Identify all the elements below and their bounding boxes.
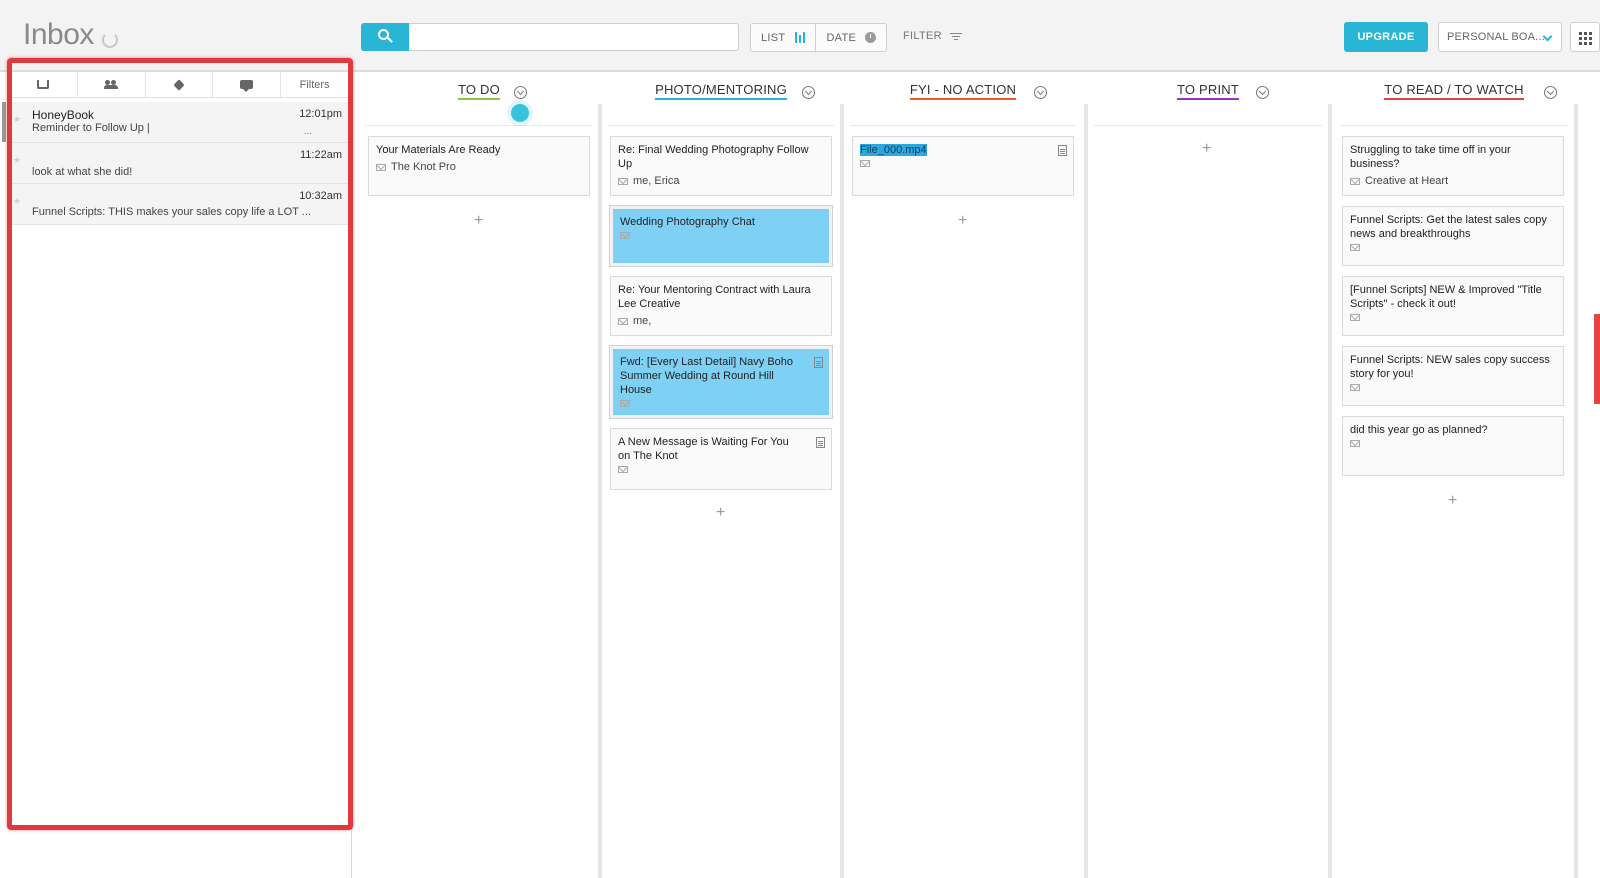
email-card[interactable]: Fwd: [Every Last Detail] Navy Boho Summe… — [609, 345, 833, 419]
refresh-icon[interactable] — [102, 32, 118, 48]
email-list-item[interactable]: ★ 11:22am look at what she did! — [10, 143, 348, 184]
tab-people[interactable] — [78, 72, 146, 97]
email-list-item[interactable]: ★ HoneyBook 12:01pm Reminder to Follow U… — [2, 102, 348, 143]
upgrade-button[interactable]: UPGRADE — [1344, 22, 1428, 52]
inbox-title: Inbox — [23, 18, 94, 51]
filter-icon — [949, 32, 962, 40]
view-toggle-group: LIST DATE — [750, 23, 888, 52]
attachment-icon — [816, 437, 825, 448]
email-more: ... — [303, 126, 312, 137]
email-time: 10:32am — [299, 190, 342, 202]
clock-icon — [865, 32, 877, 43]
envelope-icon — [620, 232, 630, 239]
filter-button[interactable]: FILTER — [903, 30, 962, 42]
column-to-read-to-watch: TO READ / TO WATCH Struggling to take ti… — [1334, 72, 1574, 878]
envelope-icon — [620, 400, 630, 407]
board-columns-icon — [795, 32, 806, 43]
email-time: 12:01pm — [299, 108, 342, 120]
email-card[interactable]: File_000.mp4 — [852, 136, 1074, 196]
tab-conversations[interactable] — [213, 72, 282, 97]
envelope-icon — [1350, 244, 1360, 251]
email-card[interactable]: did this year go as planned? — [1342, 416, 1564, 476]
filters-button[interactable]: Filters — [281, 72, 348, 97]
add-card-button[interactable]: + — [1448, 492, 1457, 510]
envelope-icon — [1350, 314, 1360, 321]
envelope-icon — [1350, 440, 1360, 447]
email-card[interactable]: Funnel Scripts: Get the latest sales cop… — [1342, 206, 1564, 266]
email-sender: HoneyBook — [32, 108, 95, 122]
email-card[interactable]: [Funnel Scripts] NEW & Improved "Title S… — [1342, 276, 1564, 336]
star-icon[interactable]: ★ — [13, 196, 21, 207]
column-menu-icon[interactable] — [514, 86, 527, 99]
column-menu-icon[interactable] — [802, 86, 815, 99]
column-menu-icon[interactable] — [1544, 86, 1557, 99]
tab-labels[interactable] — [146, 72, 214, 97]
column-menu-icon[interactable] — [1256, 86, 1269, 99]
attachment-icon — [1058, 145, 1067, 156]
list-view-button[interactable]: LIST — [751, 24, 815, 51]
add-card-button[interactable]: + — [958, 212, 967, 230]
envelope-icon — [860, 160, 870, 167]
email-subject: Reminder to Follow Up | — [32, 122, 150, 134]
column-title[interactable]: TO DO — [360, 82, 598, 100]
inbox-tray-icon — [37, 80, 50, 89]
tag-icon — [173, 78, 185, 91]
column-photo-mentoring: PHOTO/MENTORING Re: Final Wedding Photog… — [602, 72, 840, 878]
tab-all-mail[interactable] — [10, 72, 78, 97]
column-title[interactable]: TO READ / TO WATCH — [1334, 82, 1574, 100]
chat-icon — [240, 80, 254, 92]
column-to-do: TO DO Your Materials Are Ready The Knot … — [360, 72, 598, 878]
envelope-icon — [1350, 384, 1360, 391]
envelope-icon — [618, 466, 628, 473]
star-icon[interactable]: ★ — [13, 114, 21, 125]
envelope-icon — [376, 163, 386, 171]
inbox-panel: Filters ★ HoneyBook 12:01pm Reminder to … — [0, 72, 352, 878]
email-card[interactable]: Struggling to take time off in your busi… — [1342, 136, 1564, 196]
column-to-print: TO PRINT + — [1088, 72, 1328, 878]
email-card[interactable]: Wedding Photography Chat — [609, 205, 833, 267]
board-select[interactable]: PERSONAL BOA... — [1438, 22, 1562, 52]
column-title[interactable]: TO PRINT — [1088, 82, 1328, 100]
star-icon[interactable]: ★ — [13, 155, 21, 166]
email-card[interactable]: A New Message is Waiting For You on The … — [610, 428, 832, 490]
column-menu-icon[interactable] — [1034, 86, 1047, 99]
search-input[interactable] — [409, 23, 739, 51]
email-time: 11:22am — [300, 149, 342, 161]
add-card-button[interactable]: + — [1202, 140, 1211, 158]
envelope-icon — [618, 317, 628, 325]
envelope-icon — [1350, 177, 1360, 185]
email-list-item[interactable]: ★ 10:32am Funnel Scripts: THIS makes you… — [10, 184, 348, 225]
email-card[interactable]: Funnel Scripts: NEW sales copy success s… — [1342, 346, 1564, 406]
email-subject: Funnel Scripts: THIS makes your sales co… — [32, 206, 311, 218]
add-card-button[interactable]: + — [474, 212, 483, 230]
people-icon — [104, 80, 119, 89]
attachment-icon — [814, 357, 823, 368]
envelope-icon — [618, 177, 628, 185]
email-card[interactable]: Re: Your Mentoring Contract with Laura L… — [610, 276, 832, 336]
drag-indicator — [511, 104, 529, 122]
inbox-filter-tabs: Filters — [10, 72, 348, 98]
feedback-tab[interactable] — [1594, 314, 1600, 404]
top-bar: Inbox LIST DATE FILTER UPGRADE PERSONAL … — [0, 0, 1600, 72]
email-subject: look at what she did! — [32, 166, 133, 178]
search-button[interactable] — [361, 23, 409, 51]
email-card[interactable]: Your Materials Are Ready The Knot Pro — [368, 136, 590, 196]
date-view-button[interactable]: DATE — [815, 24, 886, 51]
apps-grid-button[interactable] — [1570, 22, 1600, 52]
column-fyi-no-action: FYI - NO ACTION File_000.mp4 + — [844, 72, 1082, 878]
email-card[interactable]: Re: Final Wedding Photography Follow Up … — [610, 136, 832, 196]
add-card-button[interactable]: + — [716, 504, 725, 522]
